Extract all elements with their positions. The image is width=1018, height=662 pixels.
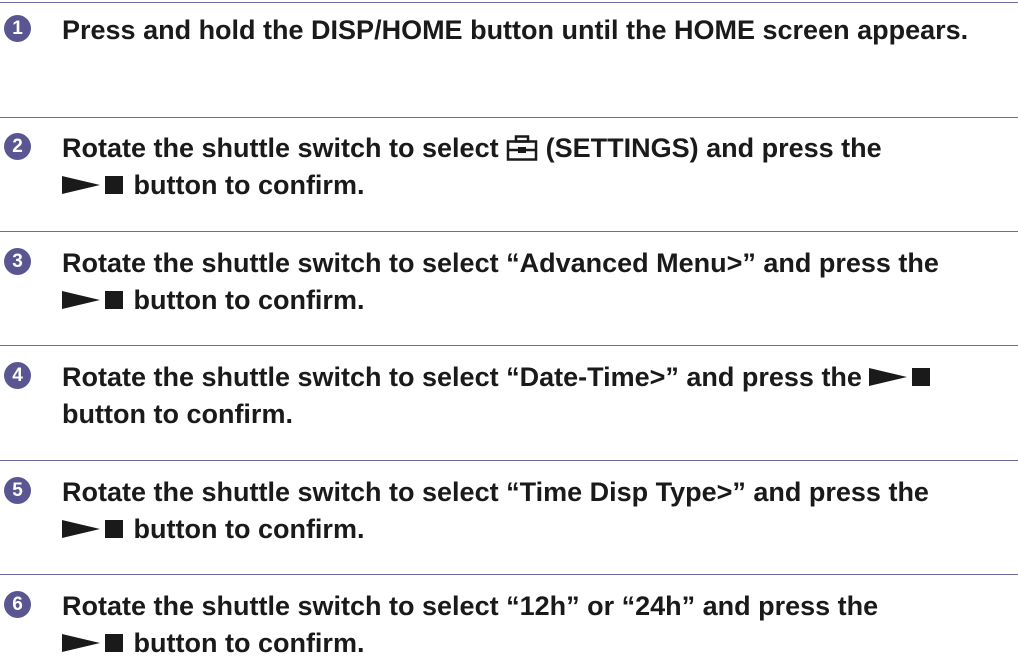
divider	[0, 460, 1018, 461]
play-stop-icon	[62, 174, 126, 196]
step-text: Rotate the shuttle switch to select (SET…	[62, 130, 1012, 204]
step-number-badge: 6	[4, 591, 31, 618]
step-text-a: Rotate the shuttle switch to select “Adv…	[62, 248, 939, 278]
step-text: Rotate the shuttle switch to select “12h…	[62, 588, 1012, 662]
step-text-c: button to confirm.	[62, 399, 293, 429]
step-text: Rotate the shuttle switch to select “Adv…	[62, 245, 1012, 319]
step-number-badge: 3	[4, 248, 31, 275]
step-text: Press and hold the DISP/HOME button unti…	[62, 12, 1012, 49]
step-text-c: button to confirm.	[126, 285, 365, 315]
divider	[0, 345, 1018, 346]
step-text-a: Press and hold the DISP/HOME button unti…	[62, 15, 969, 45]
step-text-c: button to confirm.	[126, 628, 365, 658]
step-text-a: Rotate the shuttle switch to select	[62, 133, 507, 163]
settings-toolbox-icon	[506, 135, 538, 161]
step-text-a: Rotate the shuttle switch to select “Tim…	[62, 477, 929, 507]
divider	[0, 231, 1018, 232]
step-text: Rotate the shuttle switch to select “Tim…	[62, 474, 1012, 548]
step-number-badge: 1	[4, 15, 31, 42]
divider	[0, 117, 1018, 118]
play-stop-icon	[869, 366, 933, 388]
step-text: Rotate the shuttle switch to select “Dat…	[62, 359, 1012, 433]
play-stop-icon	[62, 632, 126, 654]
step-number-badge: 5	[4, 477, 31, 504]
play-stop-icon	[62, 289, 126, 311]
step-text-a: Rotate the shuttle switch to select “Dat…	[62, 362, 870, 392]
divider	[0, 574, 1018, 575]
step-text-c: button to confirm.	[126, 514, 365, 544]
step-number-badge: 4	[4, 362, 31, 389]
step-number-badge: 2	[4, 133, 31, 160]
step-text-c: button to confirm.	[126, 170, 365, 200]
divider-top	[0, 2, 1018, 3]
step-text-b: (SETTINGS) and press the	[538, 133, 882, 163]
step-text-a: Rotate the shuttle switch to select “12h…	[62, 591, 879, 621]
play-stop-icon	[62, 518, 126, 540]
